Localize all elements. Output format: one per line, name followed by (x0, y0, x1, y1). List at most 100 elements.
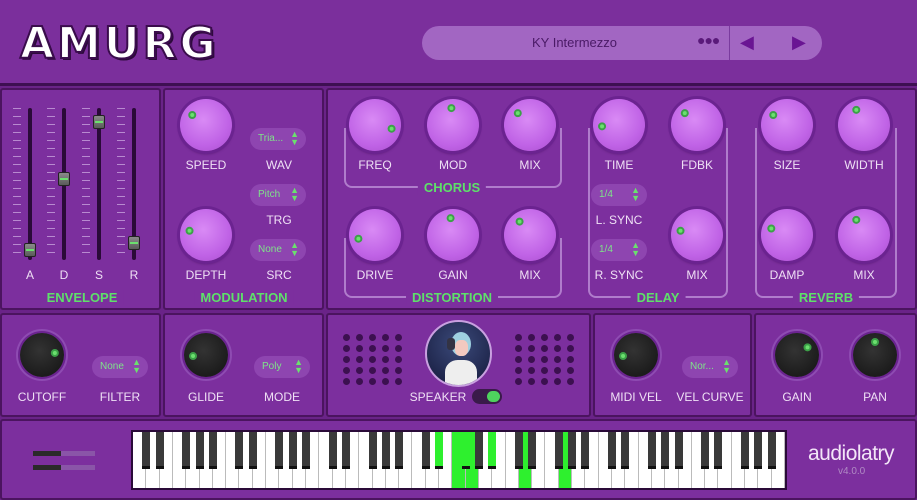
black-key-Gs4[interactable] (568, 432, 577, 469)
black-key-Fs0[interactable] (182, 432, 191, 469)
wav-dropdown[interactable]: Tria... ▲ ▼ (250, 128, 306, 150)
right-sync-value: 1/4 (599, 244, 613, 255)
delay-feedback-knob[interactable] (671, 99, 723, 151)
reverb-damp-knob[interactable] (761, 209, 813, 261)
mod-wheel-slider[interactable] (33, 465, 95, 470)
black-key-As1[interactable] (301, 432, 310, 469)
left-sync-dropdown[interactable]: 1/4 ▲ ▼ (591, 184, 647, 206)
black-key-As0[interactable] (208, 432, 217, 469)
chorus-mix-knob[interactable] (504, 99, 556, 151)
black-key-Cs0[interactable] (142, 432, 151, 469)
grill-hole (369, 345, 376, 352)
black-key-Ds5[interactable] (621, 432, 630, 469)
vel-curve-label: VEL CURVE (676, 390, 744, 404)
right-sync-dropdown[interactable]: 1/4 ▲ ▼ (591, 239, 647, 261)
chorus-mod-knob[interactable] (427, 99, 479, 151)
black-key-Fs6[interactable] (741, 432, 750, 469)
fader-r-thumb[interactable] (128, 235, 140, 250)
fader-track[interactable] (28, 108, 32, 260)
delay-time-knob[interactable] (593, 99, 645, 151)
black-key-Ds1[interactable] (248, 432, 257, 469)
grill-hole (528, 356, 535, 363)
glide-knob[interactable] (184, 333, 228, 377)
black-key-As4[interactable] (581, 432, 590, 469)
delay-title: DELAY (630, 290, 686, 305)
black-key-Fs1[interactable] (275, 432, 284, 469)
distortion-gain-knob[interactable] (427, 209, 479, 261)
midi-vel-knob[interactable] (614, 333, 658, 377)
black-key-Ds6[interactable] (714, 432, 723, 469)
mode-dropdown[interactable]: Poly ▲ ▼ (254, 356, 310, 378)
fader-track[interactable] (97, 108, 101, 260)
black-key-Gs3[interactable] (474, 432, 483, 469)
black-key-Fs4[interactable] (554, 432, 563, 469)
black-key-Fs5[interactable] (647, 432, 656, 469)
grill-hole (567, 378, 574, 385)
black-key-Gs1[interactable] (288, 432, 297, 469)
delay-mix-knob[interactable] (671, 209, 723, 261)
reverb-mix-knob[interactable] (838, 209, 890, 261)
filter-dropdown[interactable]: None ▲ ▼ (92, 356, 148, 378)
delay-mix-label: MIX (686, 268, 708, 282)
black-key-Ds3[interactable] (435, 432, 444, 469)
black-key-As3[interactable] (488, 432, 497, 469)
black-key-Gs2[interactable] (381, 432, 390, 469)
chorus-freq-knob[interactable] (349, 99, 401, 151)
wav-label: WAV (266, 158, 292, 172)
fader-scale (13, 108, 21, 258)
src-dropdown[interactable]: None ▲ ▼ (250, 239, 306, 261)
black-key-Ds4[interactable] (528, 432, 537, 469)
vel-curve-dropdown[interactable]: Nor... ▲ ▼ (682, 356, 738, 378)
black-key-Gs0[interactable] (195, 432, 204, 469)
piano-keyboard[interactable] (131, 430, 787, 490)
knob-indicator (803, 343, 812, 352)
black-key-Cs3[interactable] (421, 432, 430, 469)
reverb-size-knob[interactable] (761, 99, 813, 151)
avatar-body (445, 360, 477, 385)
grill-hole (369, 356, 376, 363)
black-key-Ds0[interactable] (155, 432, 164, 469)
black-key-Cs6[interactable] (701, 432, 710, 469)
black-key-As5[interactable] (674, 432, 683, 469)
speaker-grill-right (515, 334, 576, 385)
black-key-Cs2[interactable] (328, 432, 337, 469)
black-key-Cs4[interactable] (514, 432, 523, 469)
delay-time-label: TIME (604, 158, 634, 172)
depth-knob[interactable] (180, 209, 232, 261)
distortion-drive-label: DRIVE (356, 268, 394, 282)
previous-preset-button[interactable]: ◀ (740, 32, 754, 53)
black-key-Fs2[interactable] (368, 432, 377, 469)
preset-browser[interactable]: KY Intermezzo ●●● ◀ ▶ (422, 26, 822, 60)
pitch-bend-slider[interactable] (33, 451, 95, 456)
speed-knob[interactable] (180, 99, 232, 151)
trg-dropdown[interactable]: Pitch ▲ ▼ (250, 184, 306, 206)
output-gain-knob[interactable] (775, 333, 819, 377)
reverb-mix-label: MIX (853, 268, 875, 282)
black-key-Cs1[interactable] (235, 432, 244, 469)
black-key-Gs5[interactable] (661, 432, 670, 469)
right-sync-label: R. SYNC (594, 268, 644, 282)
fader-scale (82, 108, 90, 258)
black-key-As2[interactable] (395, 432, 404, 469)
black-key-As6[interactable] (767, 432, 776, 469)
reverb-width-knob[interactable] (838, 99, 890, 151)
next-preset-button[interactable]: ▶ (792, 32, 806, 53)
fader-d-thumb[interactable] (58, 171, 70, 186)
distortion-drive-knob[interactable] (349, 209, 401, 261)
reverb-damp-label: DAMP (769, 268, 805, 282)
more-options-icon[interactable]: ●●● (697, 32, 720, 48)
black-key-Fs3[interactable] (461, 432, 470, 469)
mode-value: Poly (262, 361, 282, 372)
fader-s-thumb[interactable] (93, 115, 105, 130)
black-key-Gs6[interactable] (754, 432, 763, 469)
chorus-title: CHORUS (417, 180, 487, 195)
pan-knob[interactable] (853, 333, 897, 377)
black-key-Cs5[interactable] (608, 432, 617, 469)
black-key-Ds2[interactable] (341, 432, 350, 469)
speaker-toggle[interactable] (472, 389, 502, 404)
cutoff-knob[interactable] (20, 333, 64, 377)
fader-a-thumb[interactable] (24, 242, 36, 257)
preset-name[interactable]: KY Intermezzo (422, 35, 727, 50)
distortion-mix-knob[interactable] (504, 209, 556, 261)
reverb-title: REVERB (792, 290, 860, 305)
